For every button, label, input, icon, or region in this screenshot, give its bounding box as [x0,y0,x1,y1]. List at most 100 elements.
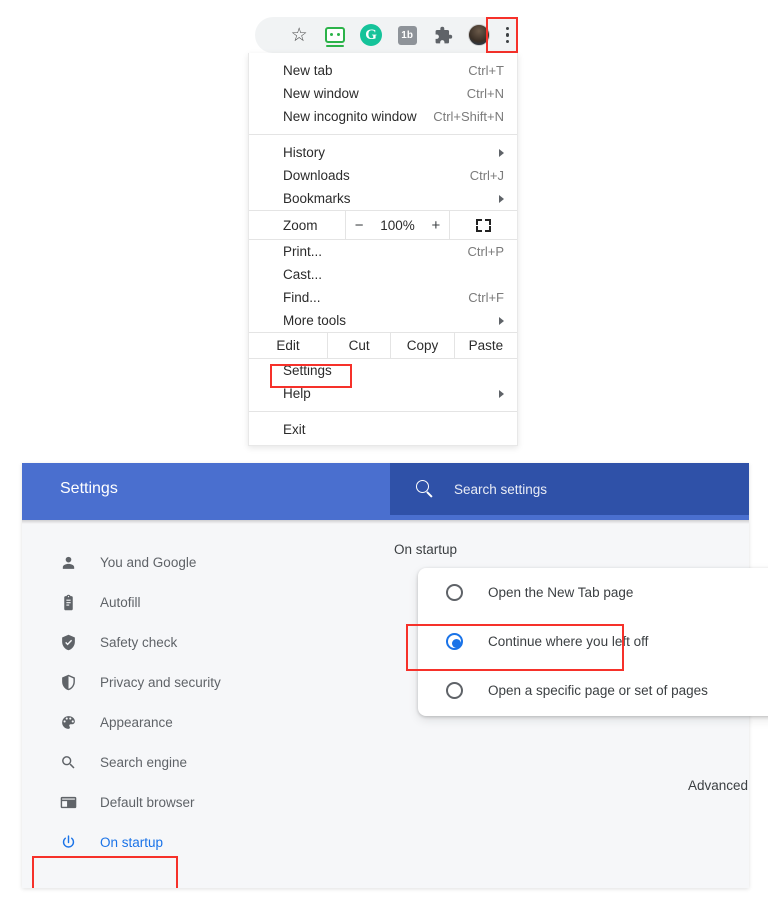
star-glyph: ☆ [291,26,308,45]
sidebar-item-search-engine[interactable]: Search engine [22,742,386,782]
menu-item-new-incognito-window[interactable]: New incognito window Ctrl+Shift+N [249,105,517,128]
menu-item-accel: Ctrl+P [468,244,504,259]
menu-edit-row: Edit Cut Copy Paste [249,332,517,359]
sidebar-item-on-startup[interactable]: On startup [22,822,386,862]
radio-button-selected[interactable] [446,633,463,650]
green-monitor-shape [325,27,345,43]
menu-item-exit[interactable]: Exit [249,418,517,441]
sidebar-item-label: Autofill [100,595,141,610]
menu-item-more-tools[interactable]: More tools [249,309,517,332]
sidebar-advanced-toggle[interactable]: Advanced [22,878,386,888]
zoom-out-button[interactable]: − [355,217,364,234]
menu-item-new-window[interactable]: New window Ctrl+N [249,82,517,105]
clipboard-icon [58,592,78,612]
menu-separator [249,411,517,412]
menu-item-label: Print... [283,244,468,259]
radio-button[interactable] [446,584,463,601]
zoom-in-button[interactable]: + [432,217,441,234]
onebox-extension-icon[interactable]: 1b [389,18,425,52]
sidebar-item-you-and-google[interactable]: You and Google [22,542,386,582]
menu-item-accel: Ctrl+F [468,290,504,305]
menu-item-accel: Ctrl+Shift+N [433,109,504,124]
menu-item-downloads[interactable]: Downloads Ctrl+J [249,164,517,187]
radio-option-label: Open the New Tab page [488,585,633,600]
sidebar-item-privacy-and-security[interactable]: Privacy and security [22,662,386,702]
menu-item-label: History [283,145,499,160]
sidebar-item-label: Safety check [100,635,177,650]
menu-item-accel: Ctrl+N [467,86,504,101]
section-title-on-startup: On startup [386,542,749,557]
browser-toolbar: ☆ G 1b [255,17,518,53]
sidebar-item-safety-check[interactable]: Safety check [22,622,386,662]
chrome-menu-kebab-icon[interactable] [497,19,518,51]
menu-item-bookmarks[interactable]: Bookmarks [249,187,517,210]
sidebar-item-appearance[interactable]: Appearance [22,702,386,742]
copy-button[interactable]: Copy [390,333,453,358]
shield-check-icon [58,632,78,652]
onebox-badge-label: 1b [398,26,417,45]
palette-icon [58,712,78,732]
green-monitor-extension-icon[interactable] [317,18,353,52]
radio-button[interactable] [446,682,463,699]
settings-sidebar: You and Google Autofill Safety check [22,524,386,888]
grammarly-g-glyph: G [360,24,382,46]
grammarly-extension-icon[interactable]: G [353,18,389,52]
settings-header: Settings Search settings [22,463,749,515]
sidebar-item-label: You and Google [100,555,196,570]
menu-item-settings[interactable]: Settings [249,359,517,382]
zoom-controls: − 100% + [345,211,449,239]
menu-item-label: Cast... [283,267,504,282]
sidebar-item-label: Search engine [100,755,187,770]
puzzle-svg [434,26,453,45]
person-icon [58,552,78,572]
extensions-puzzle-icon[interactable] [425,18,461,52]
profile-avatar[interactable] [461,18,497,52]
browser-window-icon [58,792,78,812]
avatar-image [468,24,490,46]
radio-option-new-tab-page[interactable]: Open the New Tab page [418,568,768,617]
sidebar-item-default-browser[interactable]: Default browser [22,782,386,822]
menu-item-print[interactable]: Print... Ctrl+P [249,240,517,263]
edit-label: Edit [249,333,327,358]
sidebar-item-label: On startup [100,835,163,850]
menu-item-label: New incognito window [283,109,433,124]
menu-item-cast[interactable]: Cast... [249,263,517,286]
power-icon [58,832,78,852]
menu-item-find[interactable]: Find... Ctrl+F [249,286,517,309]
bookmark-star-icon[interactable]: ☆ [281,18,317,52]
settings-search-bar[interactable]: Search settings [390,463,749,515]
menu-item-label: New tab [283,63,468,78]
sidebar-item-label: Privacy and security [100,675,221,690]
fullscreen-button[interactable] [449,211,517,239]
zoom-label: Zoom [249,211,345,239]
screenshot-root: ☆ G 1b New tab Ctr [0,0,768,910]
menu-item-label: More tools [283,313,499,328]
menu-item-accel: Ctrl+T [468,63,504,78]
paste-button[interactable]: Paste [454,333,517,358]
on-startup-options-card: Open the New Tab page Continue where you… [418,568,768,716]
shield-icon [58,672,78,692]
zoom-level-value: 100% [379,218,417,233]
menu-item-label: New window [283,86,467,101]
sidebar-item-autofill[interactable]: Autofill [22,582,386,622]
menu-item-label: Bookmarks [283,191,499,206]
advanced-link[interactable]: Advanced [688,778,748,793]
settings-header-left: Settings [22,463,390,515]
menu-separator [249,134,517,135]
search-input[interactable]: Search settings [454,482,547,497]
radio-option-continue-where-left-off[interactable]: Continue where you left off [418,617,768,666]
menu-item-help[interactable]: Help [249,382,517,405]
page-title: Settings [60,480,118,498]
sidebar-item-label: Appearance [100,715,173,730]
radio-option-specific-page[interactable]: Open a specific page or set of pages [418,666,768,715]
menu-item-history[interactable]: History [249,141,517,164]
chrome-menu: New tab Ctrl+T New window Ctrl+N New inc… [248,53,518,446]
cut-button[interactable]: Cut [327,333,390,358]
menu-item-label: Exit [283,422,504,437]
menu-zoom-row: Zoom − 100% + [249,210,517,240]
kebab-dots [506,27,510,44]
menu-item-new-tab[interactable]: New tab Ctrl+T [249,59,517,82]
search-icon [416,480,434,498]
search-icon [58,752,78,772]
chevron-right-icon [499,195,504,203]
